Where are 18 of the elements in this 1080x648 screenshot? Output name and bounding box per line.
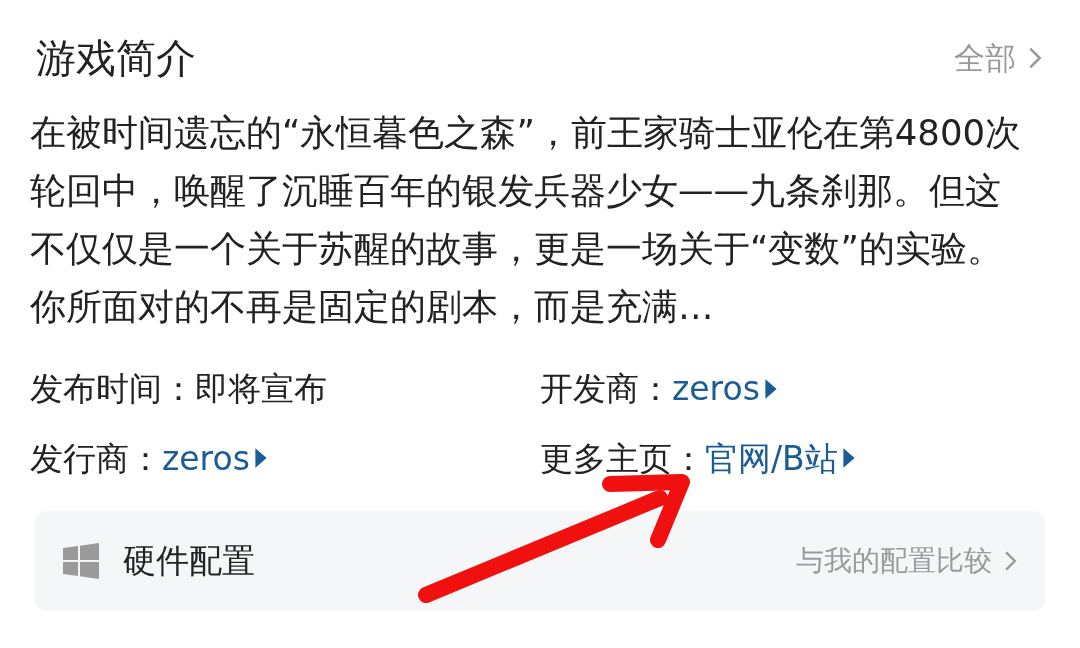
section-title: 游戏简介 xyxy=(36,34,196,83)
info-label: 发布时间： xyxy=(30,368,195,410)
info-link[interactable]: 官网/B站 xyxy=(705,433,856,483)
description-text: 在被时间遗忘的“永恒暮色之森”，前王家骑士亚伦在第4800次轮回中，唤醒了沉睡百年的银发兵器少女——九条刹那。但这不仅仅是一个关于苏醒的故事，更是一场关于“变数”的实验。你所面对的不再是固定的剧本，而是充满… xyxy=(30,111,1023,329)
chevron-right-icon xyxy=(1004,549,1017,573)
chevron-right-icon xyxy=(1028,45,1042,71)
info-value: 即将宣布 xyxy=(195,368,327,410)
info-label: 发行商： xyxy=(30,437,162,480)
caret-right-icon xyxy=(253,448,268,469)
caret-right-icon xyxy=(841,448,856,469)
info-link[interactable]: zeros xyxy=(672,364,778,414)
info-label: 更多主页： xyxy=(540,437,705,480)
hardware-card[interactable]: 硬件配置 与我的配置比较 xyxy=(35,511,1045,611)
info-link[interactable]: zeros xyxy=(162,433,268,483)
caret-right-icon xyxy=(763,378,778,399)
hardware-title: 硬件配置 xyxy=(123,540,255,583)
windows-icon xyxy=(63,543,99,579)
info-label: 开发商： xyxy=(540,368,672,410)
